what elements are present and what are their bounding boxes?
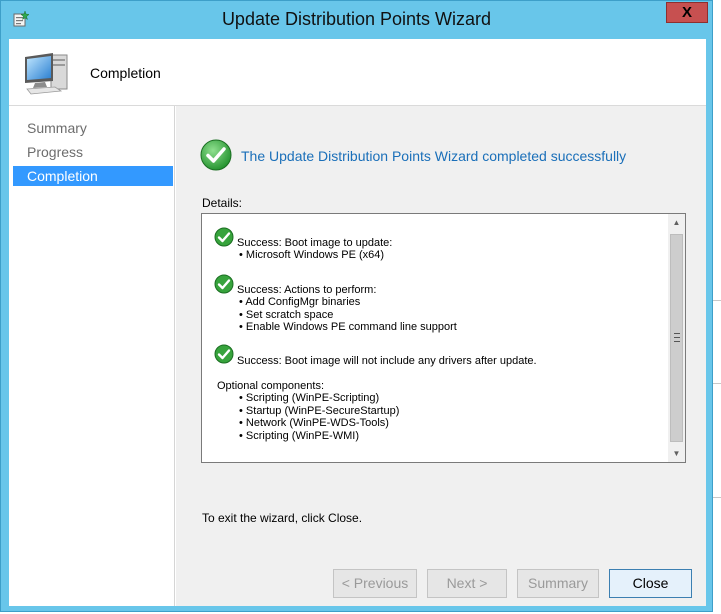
optional-component-text: Scripting (WinPE-Scripting)	[245, 392, 380, 404]
scroll-down-arrow-icon[interactable]: ▼	[668, 445, 685, 462]
next-button[interactable]: Next >	[427, 569, 507, 598]
background-divider	[713, 497, 721, 498]
detail-bullet: • Set scratch space	[239, 309, 334, 321]
detail-bullet: • Microsoft Windows PE (x64)	[239, 249, 385, 261]
success-message: Success: Boot image will not include any…	[237, 355, 537, 367]
detail-bullet: • Enable Windows PE command line support	[239, 321, 457, 333]
wizard-window: Update Distribution Points Wizard X Comp…	[0, 0, 713, 612]
optional-component-item: • Startup (WinPE-SecureStartup)	[239, 405, 400, 417]
summary-button[interactable]: Summary	[517, 569, 599, 598]
success-message: Success: Boot image to update:	[237, 237, 393, 249]
success-check-icon	[214, 227, 234, 247]
optional-component-text: Startup (WinPE-SecureStartup)	[245, 405, 400, 417]
status-message: The Update Distribution Points Wizard co…	[241, 148, 627, 164]
wizard-nav: Summary Progress Completion	[9, 106, 175, 606]
detail-bullet-text: Set scratch space	[245, 309, 334, 321]
details-scrollbar[interactable]: ▲ ▼	[668, 214, 685, 462]
success-check-icon	[214, 274, 234, 294]
success-check-icon	[214, 344, 234, 364]
scroll-grip-icon	[674, 333, 680, 342]
previous-button[interactable]: < Previous	[333, 569, 417, 598]
nav-item-completion[interactable]: Completion	[13, 166, 173, 186]
optional-component-item: • Network (WinPE-WDS-Tools)	[239, 417, 389, 429]
wizard-client-area: Completion Summary Progress Completion T…	[9, 39, 706, 606]
scroll-up-arrow-icon[interactable]: ▲	[668, 214, 685, 231]
optional-component-item: • Scripting (WinPE-WMI)	[239, 430, 359, 442]
close-button[interactable]: Close	[609, 569, 692, 598]
page-title: Completion	[90, 65, 161, 81]
completion-panel: The Update Distribution Points Wizard co…	[176, 106, 706, 606]
details-content: Success: Boot image to update: • Microso…	[202, 214, 668, 462]
optional-component-item: • Scripting (WinPE-Scripting)	[239, 392, 380, 404]
details-label: Details:	[202, 196, 243, 210]
optional-component-text: Network (WinPE-WDS-Tools)	[245, 417, 389, 429]
detail-bullet-text: Add ConfigMgr binaries	[245, 296, 361, 308]
detail-bullet: • Add ConfigMgr binaries	[239, 296, 361, 308]
background-divider	[713, 300, 721, 301]
nav-item-progress[interactable]: Progress	[13, 142, 173, 162]
wizard-header: Completion	[9, 39, 706, 105]
details-box[interactable]: Success: Boot image to update: • Microso…	[201, 213, 686, 463]
exit-instructions: To exit the wizard, click Close.	[202, 511, 363, 525]
background-strip	[713, 0, 721, 614]
optional-components-label: Optional components:	[217, 380, 325, 392]
title-bar[interactable]: Update Distribution Points Wizard X	[1, 1, 712, 39]
detail-bullet-text: Enable Windows PE command line support	[245, 321, 457, 333]
success-message: Success: Actions to perform:	[237, 284, 377, 296]
nav-item-summary[interactable]: Summary	[13, 118, 173, 138]
background-divider	[713, 383, 721, 384]
detail-bullet-text: Microsoft Windows PE (x64)	[245, 249, 385, 261]
scroll-thumb[interactable]	[670, 234, 683, 442]
computer-icon	[25, 53, 68, 95]
optional-component-text: Scripting (WinPE-WMI)	[245, 430, 359, 442]
close-window-button[interactable]: X	[666, 2, 708, 23]
window-title: Update Distribution Points Wizard	[221, 9, 492, 29]
success-check-icon	[200, 139, 232, 171]
